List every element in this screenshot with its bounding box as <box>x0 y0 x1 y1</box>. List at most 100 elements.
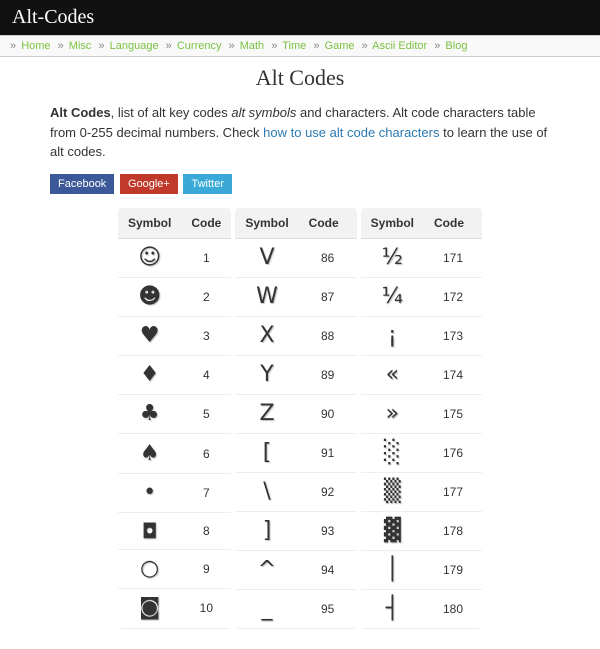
tables-wrap: Symbol Code ☺1 ☻2 ♥3 ♦4 ♣5 ♠6 •7 ◘8 ○9 ◙… <box>50 208 550 629</box>
symbol-cell: ▒ <box>361 472 424 511</box>
table-row: Z90 <box>235 394 356 433</box>
intro-bold: Alt Codes <box>50 105 111 120</box>
table-row: ░176 <box>361 433 482 472</box>
code-cell: 93 <box>299 511 357 550</box>
symbol-cell: ┤ <box>361 589 424 628</box>
table-row: ♣5 <box>118 395 231 434</box>
code-cell: 178 <box>424 511 482 550</box>
nav-sep: » <box>98 40 104 52</box>
symbol-cell: X <box>235 316 298 355</box>
symbol-cell: _ <box>235 589 298 628</box>
code-cell: 87 <box>299 277 357 316</box>
code-cell: 3 <box>181 316 231 355</box>
how-to-link[interactable]: how to use alt code characters <box>263 125 439 140</box>
code-cell: 9 <box>181 550 231 589</box>
symbol-cell: » <box>361 394 424 433</box>
nav-item-language[interactable]: Language <box>110 40 159 52</box>
symbol-cell: « <box>361 355 424 394</box>
table-row: ¡173 <box>361 316 482 355</box>
code-cell: 8 <box>181 512 231 549</box>
symbol-cell: • <box>118 473 181 512</box>
symbol-cell: ♠ <box>118 434 181 473</box>
alt-codes-table-1: Symbol Code ☺1 ☻2 ♥3 ♦4 ♣5 ♠6 •7 ◘8 ○9 ◙… <box>118 208 231 629</box>
table-row: ◙10 <box>118 589 231 628</box>
top-nav: » Home » Misc » Language » Currency » Ma… <box>0 35 600 57</box>
table-row: [91 <box>235 433 356 472</box>
symbol-cell: ▓ <box>361 511 424 550</box>
twitter-button[interactable]: Twitter <box>183 174 231 194</box>
googleplus-button[interactable]: Google+ <box>120 174 178 194</box>
table-row: ]93 <box>235 511 356 550</box>
table-row: ½171 <box>361 238 482 277</box>
table-row: ☺1 <box>118 238 231 277</box>
nav-item-ascii-editor[interactable]: Ascii Editor <box>372 40 427 52</box>
symbol-cell: ] <box>235 511 298 550</box>
symbol-cell: Y <box>235 355 298 394</box>
symbol-cell: ◙ <box>118 589 181 628</box>
code-cell: 176 <box>424 433 482 472</box>
facebook-button[interactable]: Facebook <box>50 174 114 194</box>
table-row: ^94 <box>235 550 356 589</box>
intro-paragraph: Alt Codes, list of alt key codes alt sym… <box>50 103 550 162</box>
table-row: •7 <box>118 473 231 512</box>
table-row: »175 <box>361 394 482 433</box>
table-row: ¼172 <box>361 277 482 316</box>
table-row: ┤180 <box>361 589 482 628</box>
code-cell: 4 <box>181 356 231 395</box>
code-cell: 88 <box>299 316 357 355</box>
nav-item-misc[interactable]: Misc <box>69 40 92 52</box>
symbol-cell: W <box>235 277 298 316</box>
nav-sep: » <box>313 40 319 52</box>
nav-sep: » <box>434 40 440 52</box>
th-code: Code <box>299 208 357 239</box>
nav-item-currency[interactable]: Currency <box>177 40 222 52</box>
symbol-cell: Z <box>235 394 298 433</box>
code-cell: 7 <box>181 473 231 512</box>
nav-sep: » <box>58 40 64 52</box>
table-row: X88 <box>235 316 356 355</box>
nav-item-home[interactable]: Home <box>21 40 50 52</box>
table-row: ◘8 <box>118 512 231 549</box>
nav-item-math[interactable]: Math <box>240 40 264 52</box>
symbol-cell: [ <box>235 433 298 472</box>
nav-item-game[interactable]: Game <box>325 40 355 52</box>
nav-item-time[interactable]: Time <box>282 40 306 52</box>
nav-sep: » <box>166 40 172 52</box>
th-symbol: Symbol <box>118 208 181 239</box>
table-row: ▒177 <box>361 472 482 511</box>
alt-codes-table-3: Symbol Code ½171 ¼172 ¡173 «174 »175 ░17… <box>361 208 482 629</box>
code-cell: 10 <box>181 589 231 628</box>
table-row: Y89 <box>235 355 356 394</box>
nav-sep: » <box>10 40 16 52</box>
symbol-cell: ¡ <box>361 316 424 355</box>
symbol-cell: ◘ <box>118 512 181 549</box>
nav-sep: » <box>271 40 277 52</box>
table-row: ▓178 <box>361 511 482 550</box>
code-cell: 89 <box>299 355 357 394</box>
code-cell: 91 <box>299 433 357 472</box>
table-row: │179 <box>361 550 482 589</box>
symbol-cell: \ <box>235 472 298 511</box>
table-row: ☻2 <box>118 277 231 316</box>
symbol-cell: ¼ <box>361 277 424 316</box>
th-symbol: Symbol <box>235 208 298 239</box>
table-row: ○9 <box>118 550 231 589</box>
intro-italic: alt symbols <box>231 105 296 120</box>
share-row: Facebook Google+ Twitter <box>50 174 550 194</box>
code-cell: 171 <box>424 238 482 277</box>
code-cell: 173 <box>424 316 482 355</box>
table-row: W87 <box>235 277 356 316</box>
code-cell: 179 <box>424 550 482 589</box>
symbol-cell: ♣ <box>118 395 181 434</box>
symbol-cell: V <box>235 238 298 277</box>
code-cell: 2 <box>181 277 231 316</box>
symbol-cell: ○ <box>118 550 181 589</box>
th-symbol: Symbol <box>361 208 424 239</box>
nav-item-blog[interactable]: Blog <box>445 40 467 52</box>
symbol-cell: ♦ <box>118 356 181 395</box>
code-cell: 175 <box>424 394 482 433</box>
table-row: ♠6 <box>118 434 231 473</box>
symbol-cell: │ <box>361 550 424 589</box>
symbol-cell: ☺ <box>118 238 181 277</box>
nav-sep: » <box>229 40 235 52</box>
